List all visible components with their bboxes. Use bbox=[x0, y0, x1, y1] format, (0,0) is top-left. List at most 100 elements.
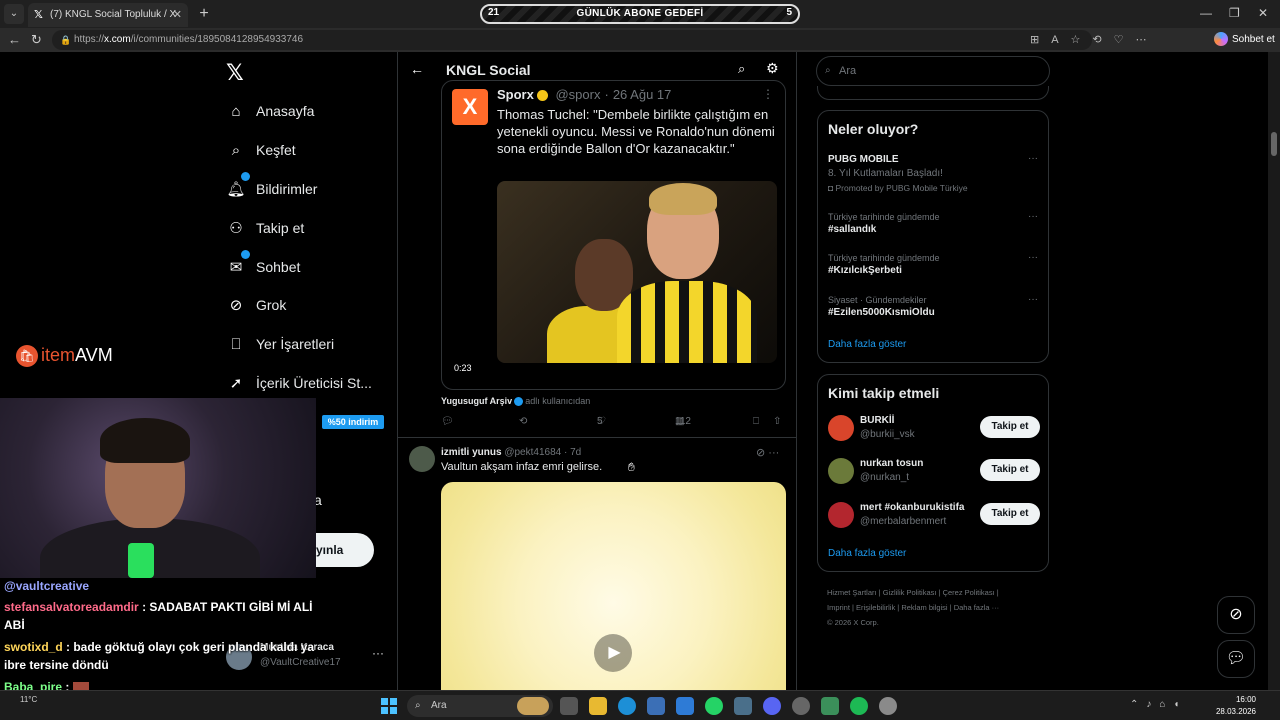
trend-item[interactable]: Türkiye tarihinde gündemde #sallandık ··… bbox=[828, 211, 1038, 237]
trend-item[interactable]: Türkiye tarihinde gündemde #KızılcıkŞerb… bbox=[828, 252, 1038, 278]
lock-icon: 🔒 bbox=[60, 35, 72, 45]
notification-dot bbox=[241, 172, 250, 181]
show-more-link[interactable]: Daha fazla göster bbox=[828, 548, 906, 559]
scrollbar-thumb[interactable] bbox=[1271, 132, 1277, 156]
repost-icon[interactable]: ⟲ bbox=[519, 416, 527, 427]
discount-badge: %50 indirim bbox=[322, 415, 384, 429]
more-options-icon[interactable]: ··· bbox=[1028, 294, 1038, 305]
trend-item[interactable]: Siyaset · Gündemdekiler #Ezilen5000Kısmi… bbox=[828, 294, 1038, 320]
suggestion-handle: @nurkan_t bbox=[860, 472, 910, 483]
search-icon[interactable]: ⌕ bbox=[738, 61, 745, 77]
file-explorer-icon[interactable] bbox=[589, 697, 607, 715]
back-arrow-icon[interactable]: ← bbox=[410, 61, 424, 77]
itemavm-suffix: AVM bbox=[75, 345, 113, 365]
play-icon[interactable]: ▶ bbox=[594, 634, 632, 672]
windows-start-icon[interactable] bbox=[381, 698, 397, 714]
avatar[interactable] bbox=[409, 446, 435, 472]
app-icon[interactable] bbox=[821, 697, 839, 715]
trend-title: PUBG MOBILE bbox=[828, 154, 899, 165]
settings-icon[interactable] bbox=[879, 697, 897, 715]
search-input[interactable]: ⌕ Ara bbox=[816, 56, 1050, 86]
app-icon[interactable] bbox=[676, 697, 694, 715]
footer-line[interactable]: Imprint | Erişilebilirlik | Reklam bilgi… bbox=[827, 600, 1049, 615]
account-handle: @VaultCreative17 bbox=[260, 657, 341, 668]
minimize-button[interactable]: — bbox=[1200, 6, 1212, 20]
browser-tab-bar: ⌄ 𝕏 (7) KNGL Social Topluluk / X ✕ + 21 … bbox=[0, 0, 1280, 28]
sidebar-item-grok[interactable]: ⊘ Grok bbox=[226, 290, 287, 320]
new-tab-button[interactable]: + bbox=[194, 4, 214, 24]
sidebar-item-home[interactable]: ⌂ Anasayfa bbox=[226, 96, 314, 126]
refresh-icon[interactable]: ↻ bbox=[31, 32, 42, 48]
sidebar-item-creator-studio[interactable]: ➚ İçerik Üreticisi St... bbox=[226, 368, 372, 398]
more-options-icon[interactable]: ··· bbox=[1028, 153, 1038, 164]
trend-promoted-text: Promoted by PUBG Mobile Türkiye bbox=[835, 183, 968, 193]
browser-toolbar-icons[interactable]: ⊞A☆⟲♡⋯ bbox=[1030, 33, 1159, 46]
copilot-button[interactable]: Sohbet et bbox=[1214, 32, 1275, 48]
grok-fab-icon[interactable]: ⊘ bbox=[1217, 596, 1255, 634]
more-options-icon[interactable]: ··· bbox=[768, 447, 779, 459]
url-path: /i/communities/1895084128954933746 bbox=[130, 34, 304, 45]
follow-suggestion[interactable]: mert #okanburukistifa @merbalarbenmert T… bbox=[828, 500, 1042, 530]
more-options-icon[interactable]: ⋮ bbox=[762, 87, 774, 101]
trend-item[interactable]: PUBG MOBILE 8. Yıl Kutlamaları Başladı! … bbox=[828, 153, 1038, 195]
more-options-icon[interactable]: ··· bbox=[1028, 211, 1038, 222]
quoted-video-thumbnail[interactable] bbox=[497, 181, 777, 363]
post-header: izmitli yunus @pekt41684 · 7d bbox=[441, 447, 582, 458]
edge-icon[interactable] bbox=[618, 697, 636, 715]
follow-suggestion[interactable]: nurkan tosun @nurkan_t Takip et bbox=[828, 456, 1042, 486]
taskbar-clock[interactable]: 16:00 28.03.2026 bbox=[1210, 694, 1256, 718]
discord-icon[interactable] bbox=[763, 697, 781, 715]
settings-gear-icon[interactable]: ⚙ bbox=[766, 60, 779, 77]
tab-actions-menu[interactable]: ⌄ bbox=[4, 4, 24, 24]
promoted-icon: ◘ bbox=[828, 183, 834, 193]
follow-button[interactable]: Takip et bbox=[980, 503, 1040, 525]
share-icon[interactable]: ⇧ bbox=[773, 416, 781, 427]
quoted-text: Thomas Tuchel: "Dembele birlikte çalıştı… bbox=[497, 107, 775, 156]
whatsapp-icon[interactable] bbox=[705, 697, 723, 715]
post-button[interactable]: yınla bbox=[314, 533, 374, 567]
follow-button[interactable]: Takip et bbox=[980, 459, 1040, 481]
sidebar-item-follow[interactable]: ⚇ Takip et bbox=[226, 213, 304, 243]
restore-button[interactable]: ❐ bbox=[1229, 6, 1240, 20]
card-fragment bbox=[817, 86, 1049, 100]
quoted-post[interactable]: X Sporx @sporx · 26 Ağu 17 ⋮ Thomas Tuchel… bbox=[441, 80, 786, 390]
bookmark-icon[interactable]: ⎕ bbox=[753, 416, 759, 427]
search-icon: ⌕ bbox=[415, 700, 421, 711]
sidebar-item-notifications[interactable]: 🔔︎ Bildirimler bbox=[226, 172, 317, 205]
taskbar-search[interactable]: ⌕ Ara bbox=[407, 695, 553, 717]
sidebar-item-bookmarks[interactable]: ⎕ Yer İşaretleri bbox=[226, 329, 334, 359]
repost-suffix: adlı kullanıcıdan bbox=[525, 396, 591, 406]
bell-icon: 🔔︎ bbox=[226, 172, 250, 205]
system-tray-icons[interactable]: ⌃♪⌂◖ bbox=[1130, 699, 1187, 710]
post-video[interactable]: ▶ bbox=[441, 482, 786, 690]
messages-fab-icon[interactable]: 💬︎ bbox=[1217, 640, 1255, 678]
task-view-icon[interactable] bbox=[560, 697, 578, 715]
app-icon[interactable] bbox=[792, 697, 810, 715]
x-home-logo-icon[interactable]: 𝕏 bbox=[226, 60, 244, 86]
close-tab-icon[interactable]: ✕ bbox=[173, 3, 182, 27]
show-more-link[interactable]: Daha fazla göster bbox=[828, 339, 906, 350]
grok-icon[interactable]: ⊘ bbox=[756, 447, 765, 459]
footer-copyright: © 2026 X Corp. bbox=[827, 618, 879, 627]
footer-line[interactable]: Hizmet Şartları | Gizlilik Politikası | … bbox=[827, 585, 1049, 600]
close-window-button[interactable]: ✕ bbox=[1258, 6, 1268, 20]
sidebar-item-explore[interactable]: ⌕ Keşfet bbox=[226, 135, 296, 165]
more-options-icon[interactable]: ··· bbox=[1028, 252, 1038, 263]
weather-widget[interactable]: 11°C bbox=[20, 694, 37, 705]
browser-tab-active[interactable]: 𝕏 (7) KNGL Social Topluluk / X ✕ bbox=[28, 3, 188, 27]
spotify-icon[interactable] bbox=[850, 697, 868, 715]
mail-app-icon[interactable] bbox=[647, 697, 665, 715]
more-icon[interactable]: ··· bbox=[372, 646, 384, 660]
like-count: 5 bbox=[597, 416, 603, 427]
sidebar-item-messages[interactable]: ✉ Sohbet bbox=[226, 250, 300, 282]
page-scrollbar[interactable] bbox=[1268, 52, 1280, 690]
app-icon[interactable] bbox=[734, 697, 752, 715]
back-icon[interactable]: ← bbox=[8, 32, 21, 48]
follow-suggestion[interactable]: BURKİİ @burkii_vsk Takip et bbox=[828, 413, 1042, 443]
trend-context: Türkiye tarihinde gündemde bbox=[828, 212, 940, 222]
url-field[interactable]: 🔒 https://x.com/i/communities/1895084128… bbox=[52, 30, 1092, 50]
post-author[interactable]: izmitli yunus bbox=[441, 447, 502, 458]
reply-icon[interactable]: 💬︎ bbox=[441, 416, 454, 427]
follow-button[interactable]: Takip et bbox=[980, 416, 1040, 438]
repost-by[interactable]: Yugusuguf Arşiv bbox=[441, 396, 512, 406]
